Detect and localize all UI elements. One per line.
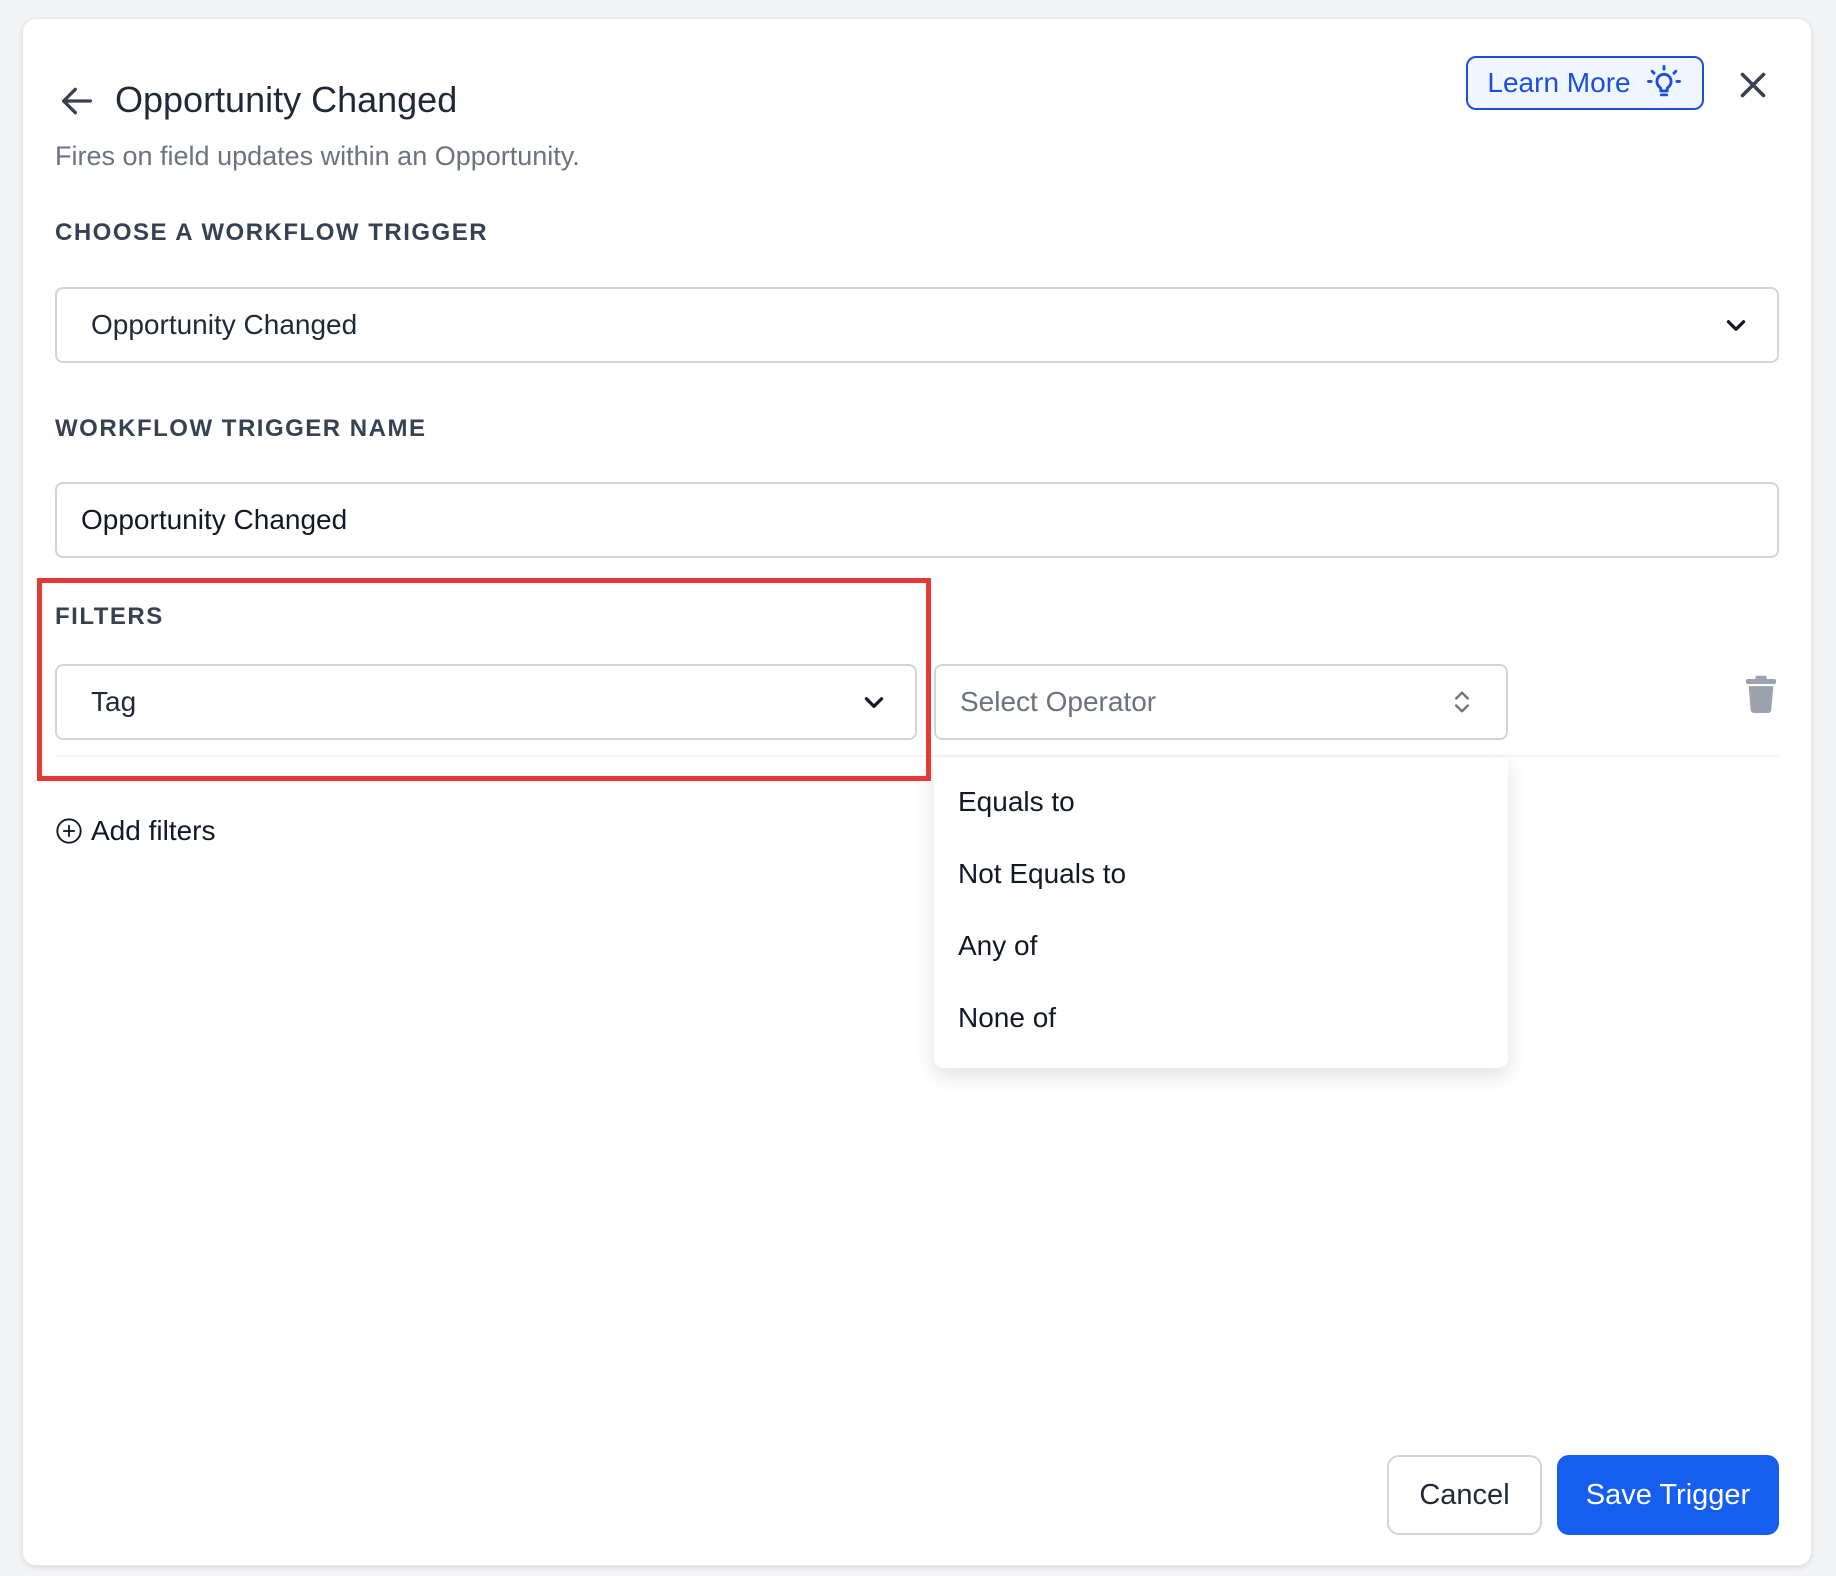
operator-option-any-of[interactable]: Any of <box>934 910 1508 982</box>
save-trigger-button[interactable]: Save Trigger <box>1557 1455 1779 1535</box>
page-title: Opportunity Changed <box>115 79 458 120</box>
cancel-button[interactable]: Cancel <box>1387 1455 1542 1535</box>
trigger-select[interactable]: Opportunity Changed <box>55 287 1779 363</box>
trash-icon[interactable] <box>1745 675 1777 713</box>
close-icon[interactable] <box>1735 67 1771 103</box>
trigger-select-value: Opportunity Changed <box>91 309 358 340</box>
trigger-section-label: CHOOSE A WORKFLOW TRIGGER <box>55 219 489 246</box>
learn-more-label: Learn More <box>1487 67 1631 98</box>
operator-option-equals[interactable]: Equals to <box>934 766 1508 838</box>
filters-label: FILTERS <box>55 603 164 630</box>
chevron-up-down-icon <box>1455 691 1469 713</box>
operator-option-not-equals[interactable]: Not Equals to <box>934 838 1508 910</box>
filter-field-select[interactable]: Tag <box>55 664 917 740</box>
operator-select-placeholder: Select Operator <box>960 686 1157 717</box>
arrow-left-icon[interactable] <box>57 81 97 121</box>
plus-circle-icon <box>56 818 82 844</box>
filter-field-value: Tag <box>91 686 137 717</box>
learn-more-button[interactable]: Learn More <box>1466 56 1704 110</box>
operator-option-none-of[interactable]: None of <box>934 982 1508 1054</box>
trigger-panel: Opportunity Changed Fires on field updat… <box>22 18 1812 1566</box>
add-filters-button[interactable]: Add filters <box>55 815 216 847</box>
page-subtitle: Fires on field updates within an Opportu… <box>55 141 580 171</box>
operator-select[interactable]: Select Operator <box>934 664 1508 740</box>
trigger-name-label: WORKFLOW TRIGGER NAME <box>55 415 427 442</box>
trigger-name-input[interactable] <box>55 482 1779 558</box>
add-filters-label: Add filters <box>91 815 216 846</box>
lightbulb-icon <box>1646 64 1681 97</box>
chevron-down-icon <box>1726 320 1746 331</box>
chevron-down-icon <box>864 697 884 708</box>
operator-dropdown-menu: Equals to Not Equals to Any of None of <box>934 758 1508 1068</box>
